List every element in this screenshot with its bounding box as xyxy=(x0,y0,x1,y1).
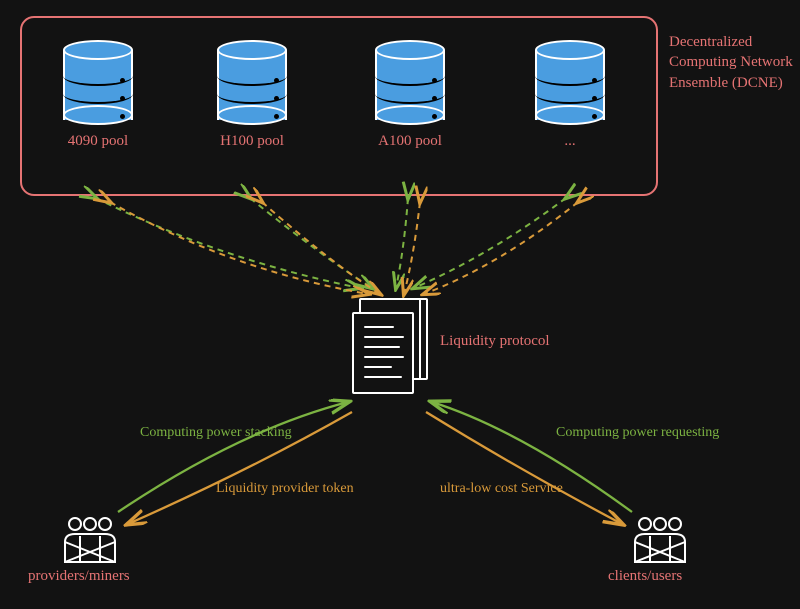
pool-4090: 4090 pool xyxy=(58,40,138,150)
flow-power-requesting: Computing power requesting xyxy=(556,424,719,442)
flow-low-cost: ultra-low cost Service xyxy=(440,480,563,498)
flow-provider-token: Liquidity provider token xyxy=(216,480,354,498)
liquidity-protocol-node xyxy=(352,298,432,398)
dcne-title: Decentralized Computing Network Ensemble… xyxy=(669,32,800,93)
pool-label: ... xyxy=(530,133,610,150)
pool-label: 4090 pool xyxy=(58,133,138,150)
database-icon xyxy=(217,40,287,125)
database-icon xyxy=(535,40,605,125)
providers-icon xyxy=(60,514,120,564)
pool-more: ... xyxy=(530,40,610,150)
pool-label: H100 pool xyxy=(212,133,292,150)
liquidity-protocol-label: Liquidity protocol xyxy=(440,332,550,352)
flow-power-stacking: Computing power stacking xyxy=(140,424,292,442)
database-icon xyxy=(63,40,133,125)
pool-label: A100 pool xyxy=(370,133,450,150)
providers-label: providers/miners xyxy=(28,568,130,585)
pool-a100: A100 pool xyxy=(370,40,450,150)
database-icon xyxy=(375,40,445,125)
clients-label: clients/users xyxy=(608,568,682,585)
pool-h100: H100 pool xyxy=(212,40,292,150)
clients-icon xyxy=(630,514,690,564)
